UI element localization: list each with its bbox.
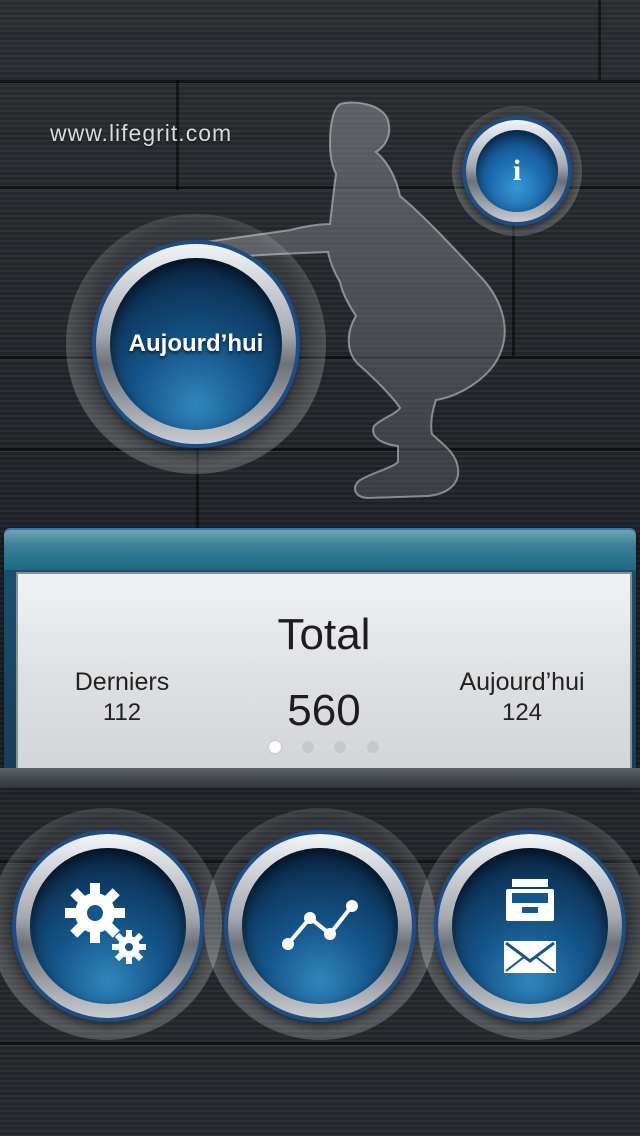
info-button[interactable]: i bbox=[466, 120, 568, 222]
today-stat: Aujourd’hui 124 bbox=[422, 668, 622, 727]
stats-panel-header bbox=[4, 530, 636, 570]
page-dot-1[interactable] bbox=[269, 741, 282, 753]
today-button-core: Aujourd’hui bbox=[110, 258, 282, 430]
wood-seam bbox=[0, 80, 640, 83]
wood-seam bbox=[0, 1042, 640, 1045]
panel-ledge bbox=[0, 768, 640, 788]
page-dot-3[interactable] bbox=[334, 741, 347, 753]
mail-button-core bbox=[452, 848, 608, 1004]
inbox-tray-icon bbox=[506, 879, 554, 921]
settings-button[interactable] bbox=[16, 834, 200, 1018]
today-stat-label: Aujourd’hui bbox=[459, 668, 585, 696]
chart-button-core bbox=[242, 848, 398, 1004]
chart-button[interactable] bbox=[228, 834, 412, 1018]
page-dot-2[interactable] bbox=[301, 741, 314, 753]
settings-button-core bbox=[30, 848, 186, 1004]
info-icon: i bbox=[476, 130, 558, 212]
today-stat-value: 124 bbox=[501, 699, 543, 726]
gears-icon bbox=[65, 883, 146, 964]
stats-panel[interactable]: Total Derniers 112 560 Aujourd’hui 124 bbox=[16, 572, 632, 770]
line-chart-icon bbox=[282, 900, 358, 950]
total-title: Total bbox=[277, 610, 371, 659]
page-indicator[interactable] bbox=[18, 740, 630, 758]
page-dot-4[interactable] bbox=[366, 741, 379, 753]
wood-seam bbox=[598, 0, 601, 80]
today-button-label: Aujourd’hui bbox=[128, 330, 264, 357]
today-button[interactable]: Aujourd’hui bbox=[96, 244, 296, 444]
mail-button[interactable] bbox=[438, 834, 622, 1018]
envelope-icon bbox=[504, 941, 556, 973]
